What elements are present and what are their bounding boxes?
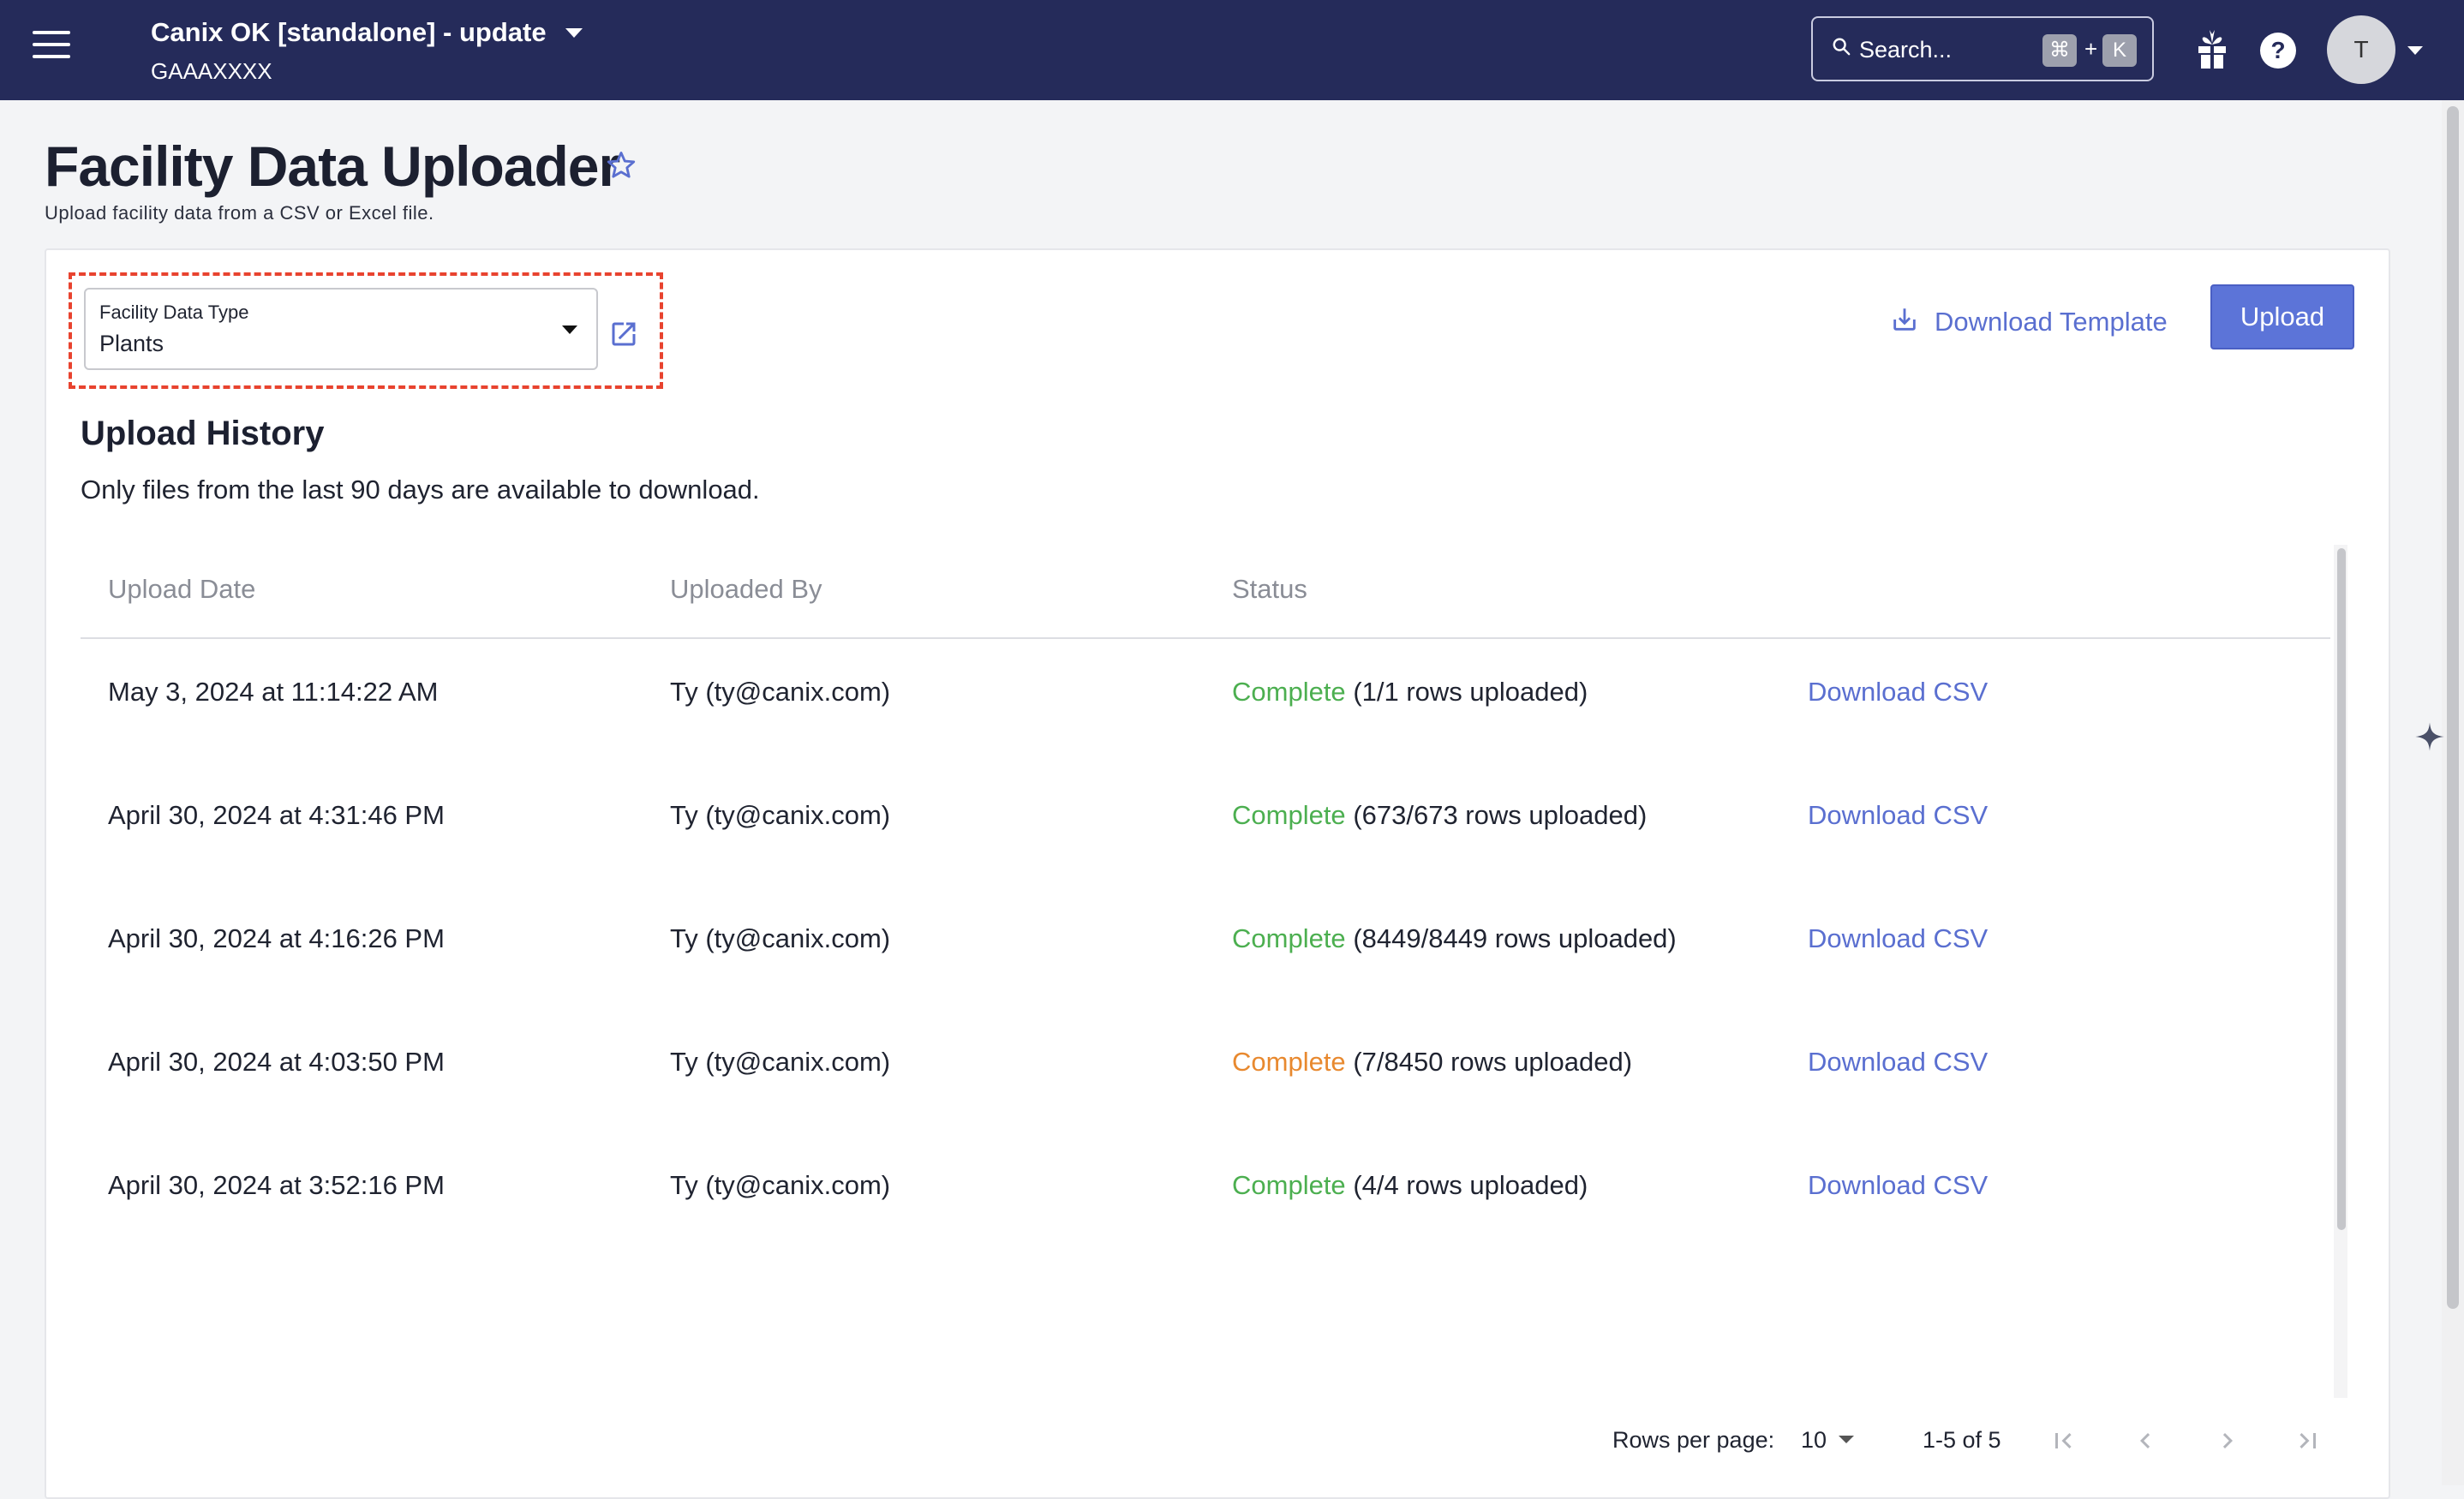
organization-name[interactable]: Canix OK [standalone] - update	[151, 17, 547, 48]
table-row: April 30, 2024 at 3:52:16 PM Ty (ty@cani…	[81, 1132, 2330, 1256]
page-subtitle: Upload facility data from a CSV or Excel…	[45, 202, 434, 224]
upload-date-cell: April 30, 2024 at 3:52:16 PM	[108, 1170, 445, 1200]
next-page-icon[interactable]	[2212, 1425, 2243, 1456]
status-label: Complete	[1232, 800, 1346, 830]
upload-date-cell: April 30, 2024 at 4:03:50 PM	[108, 1047, 445, 1077]
status-detail: (673/673 rows uploaded)	[1353, 800, 1648, 830]
dropdown-caret-icon	[562, 325, 577, 334]
search-placeholder: Search...	[1859, 37, 1953, 63]
shortcut-command-key: ⌘	[2042, 34, 2077, 67]
first-page-icon[interactable]	[2048, 1425, 2078, 1456]
download-csv-link[interactable]: Download CSV	[1808, 677, 1988, 708]
uploaded-by-cell: Ty (ty@canix.com)	[670, 923, 891, 953]
rows-per-page-value: 10	[1801, 1427, 1827, 1453]
gift-icon[interactable]	[2195, 27, 2229, 70]
upload-date-cell: May 3, 2024 at 11:14:22 AM	[108, 677, 439, 707]
page-scrollbar[interactable]	[2447, 106, 2459, 1309]
status-cell: Complete (8449/8449 rows uploaded)	[1232, 923, 1677, 954]
download-csv-link[interactable]: Download CSV	[1808, 800, 1988, 831]
status-label: Complete	[1232, 677, 1346, 707]
last-page-icon[interactable]	[2293, 1425, 2323, 1456]
uploaded-by-cell: Ty (ty@canix.com)	[670, 677, 891, 707]
facility-data-type-label: Facility Data Type	[99, 302, 249, 323]
favorite-star-icon[interactable]	[605, 149, 637, 182]
table-scrollbar[interactable]	[2337, 548, 2346, 1230]
download-icon	[1893, 308, 1916, 331]
upload-date-cell: April 30, 2024 at 4:16:26 PM	[108, 923, 445, 953]
account-menu-caret-icon[interactable]	[2407, 46, 2423, 55]
uploaded-by-cell: Ty (ty@canix.com)	[670, 800, 891, 830]
download-template-label: Download Template	[1935, 307, 2168, 337]
uploaded-by-cell: Ty (ty@canix.com)	[670, 1047, 891, 1077]
column-header-status[interactable]: Status	[1232, 574, 1307, 605]
facility-data-type-value: Plants	[99, 331, 164, 356]
status-label: Complete	[1232, 923, 1346, 953]
download-csv-link[interactable]: Download CSV	[1808, 1047, 1988, 1078]
status-label: Complete	[1232, 1047, 1346, 1077]
status-cell: Complete (7/8450 rows uploaded)	[1232, 1047, 1632, 1078]
pagination-range: 1-5 of 5	[1923, 1427, 2001, 1453]
table-row: April 30, 2024 at 4:31:46 PM Ty (ty@cani…	[81, 762, 2330, 886]
upload-date-cell: April 30, 2024 at 4:31:46 PM	[108, 800, 445, 830]
upload-history-title: Upload History	[81, 415, 325, 452]
organization-code: GAAAXXXX	[151, 58, 272, 84]
table-row: April 30, 2024 at 4:16:26 PM Ty (ty@cani…	[81, 886, 2330, 1009]
previous-page-icon[interactable]	[2130, 1425, 2161, 1456]
download-csv-link[interactable]: Download CSV	[1808, 1170, 1988, 1201]
status-cell: Complete (4/4 rows uploaded)	[1232, 1170, 1588, 1201]
column-header-upload-date[interactable]: Upload Date	[108, 574, 255, 605]
chevron-down-icon	[1839, 1436, 1854, 1443]
page-title: Facility Data Uploader	[45, 134, 620, 198]
status-cell: Complete (1/1 rows uploaded)	[1232, 677, 1588, 708]
status-detail: (4/4 rows uploaded)	[1353, 1170, 1588, 1200]
table-row: April 30, 2024 at 4:03:50 PM Ty (ty@cani…	[81, 1009, 2330, 1132]
rows-per-page-select[interactable]: 10	[1799, 1420, 1861, 1458]
status-cell: Complete (673/673 rows uploaded)	[1232, 800, 1647, 831]
uploaded-by-cell: Ty (ty@canix.com)	[670, 1170, 891, 1200]
help-icon[interactable]: ?	[2260, 33, 2296, 69]
user-avatar[interactable]: T	[2327, 15, 2395, 84]
upload-history-note: Only files from the last 90 days are ava…	[81, 475, 760, 505]
rows-per-page-label: Rows per page:	[1612, 1427, 1775, 1453]
status-detail: (1/1 rows uploaded)	[1353, 677, 1588, 707]
status-detail: (7/8450 rows uploaded)	[1353, 1047, 1633, 1077]
column-header-uploaded-by[interactable]: Uploaded By	[670, 574, 822, 605]
upload-button[interactable]: Upload	[2210, 284, 2354, 349]
shortcut-plus: +	[2084, 36, 2098, 62]
table-header-row: Upload Date Uploaded By Status	[81, 540, 2330, 639]
status-label: Complete	[1232, 1170, 1346, 1200]
table-row: May 3, 2024 at 11:14:22 AM Ty (ty@canix.…	[81, 639, 2330, 762]
search-box[interactable]: Search... ⌘ + K	[1811, 16, 2154, 81]
download-csv-link[interactable]: Download CSV	[1808, 923, 1988, 954]
hamburger-menu-icon[interactable]	[33, 31, 70, 58]
organization-switcher-caret-icon[interactable]	[565, 28, 583, 38]
top-app-bar: Canix OK [standalone] - update GAAAXXXX …	[0, 0, 2464, 100]
search-icon	[1833, 38, 1851, 56]
status-detail: (8449/8449 rows uploaded)	[1353, 923, 1677, 953]
upload-history-table: Upload Date Uploaded By Status May 3, 20…	[81, 540, 2330, 1396]
open-in-new-icon[interactable]	[608, 319, 639, 349]
shortcut-k-key: K	[2102, 34, 2137, 67]
sparkle-icon[interactable]	[2413, 720, 2447, 754]
facility-data-type-select[interactable]: Facility Data Type Plants	[84, 288, 598, 370]
